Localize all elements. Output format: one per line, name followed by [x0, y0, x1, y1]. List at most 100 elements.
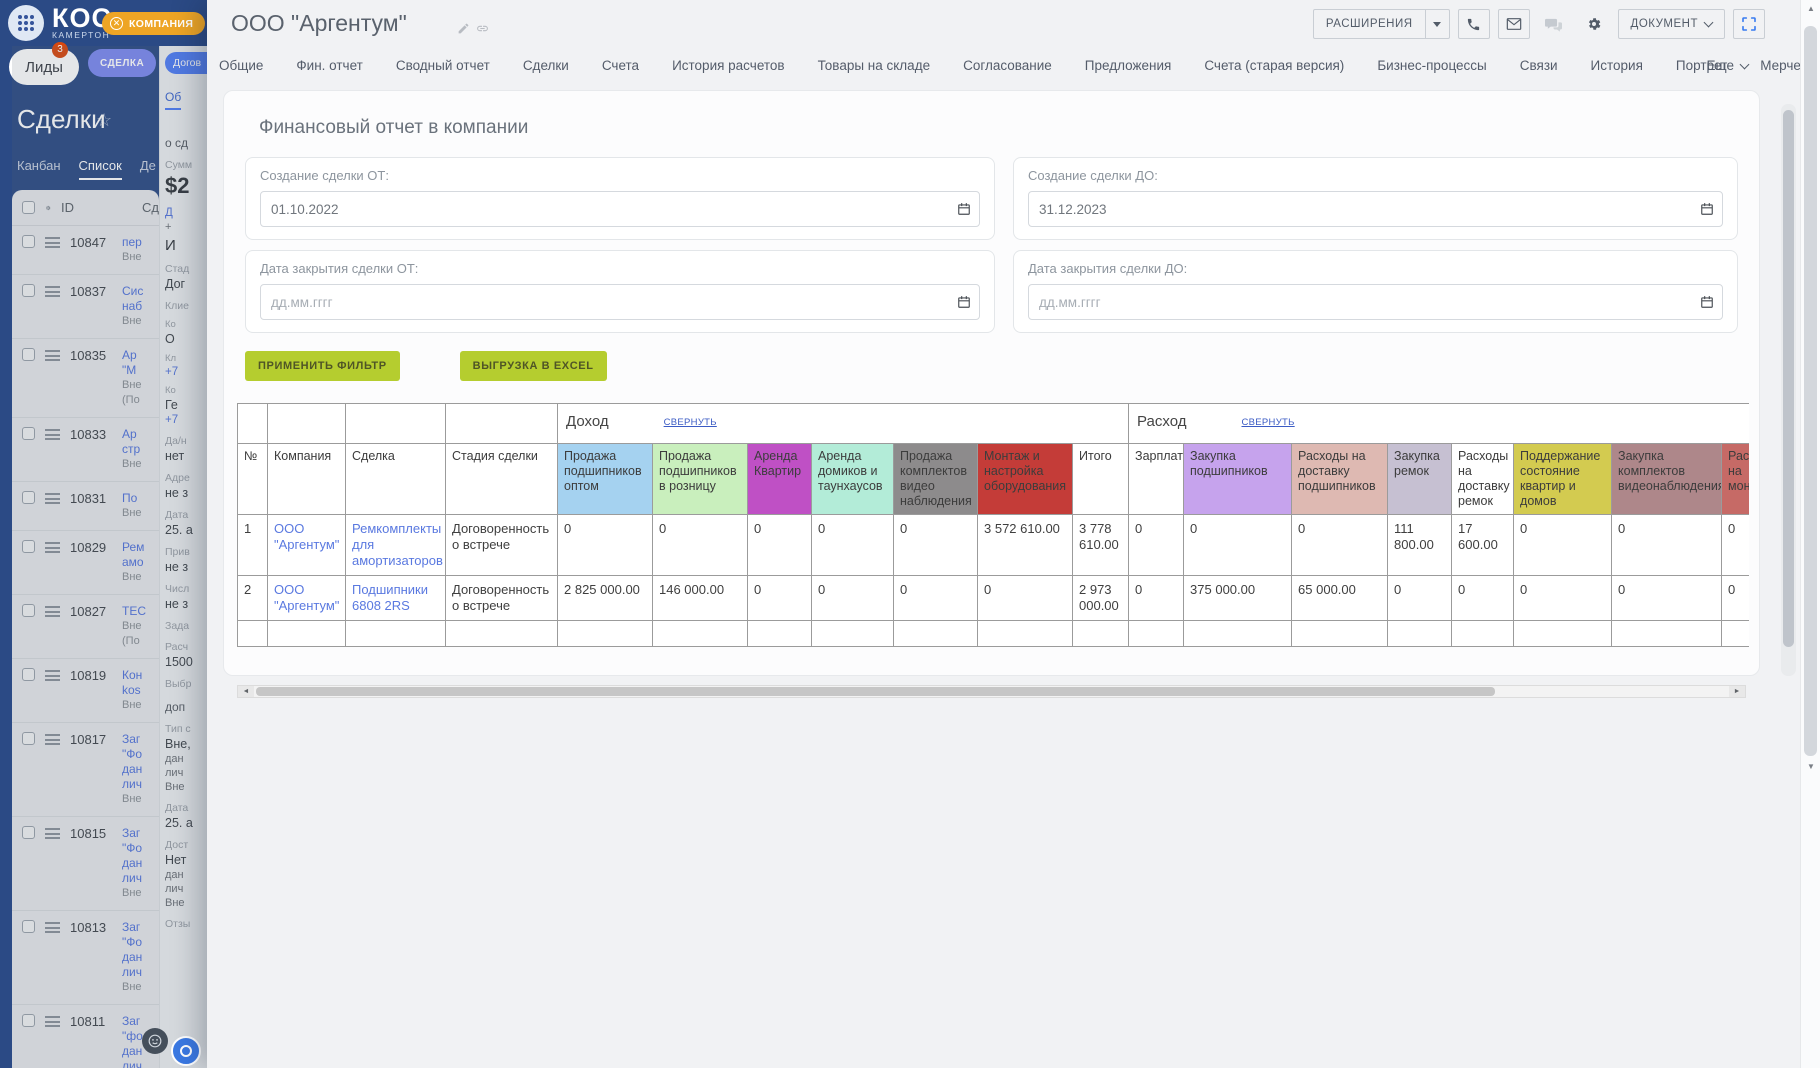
column-header: Закупка подшипников: [1183, 443, 1293, 515]
scroll-left-arrow-icon[interactable]: ◄: [238, 686, 254, 697]
chat-button[interactable]: [1538, 9, 1570, 39]
company-link[interactable]: ООО "Аргентум": [274, 521, 339, 552]
date-input-2[interactable]: дд.мм.гггг: [260, 284, 980, 320]
deal-link[interactable]: Подшипники 6808 2RS: [352, 582, 428, 613]
tab-история[interactable]: История: [1591, 58, 1643, 73]
expand-button[interactable]: [1733, 9, 1765, 39]
panel-scrollbar[interactable]: [1781, 104, 1796, 676]
value-cell: 0: [1721, 514, 1749, 576]
column-header: Продажа подшипников оптом: [557, 443, 653, 515]
copy-link-icon[interactable]: [476, 22, 489, 35]
filter-label: Дата закрытия сделки ДО:: [1028, 261, 1188, 276]
tab-more[interactable]: Еще: [1707, 58, 1750, 73]
tab-история-расчетов[interactable]: История расчетов: [672, 58, 785, 73]
calendar-icon[interactable]: [1700, 295, 1714, 309]
deal-link[interactable]: Ремкомплекты для амортизаторов: [352, 521, 443, 568]
date-input-3[interactable]: дд.мм.гггг: [1028, 284, 1723, 320]
filter-card: Создание сделки ДО: 31.12.2023: [1013, 157, 1738, 240]
tab-фин-отчет[interactable]: Фин. отчет: [296, 58, 362, 73]
value-cell: 0: [1128, 514, 1185, 576]
value-cell: 0: [1183, 514, 1293, 576]
extensions-dropdown-arrow[interactable]: [1424, 10, 1449, 38]
tab-товары-на-складе[interactable]: Товары на складе: [818, 58, 930, 73]
column-header: Зарплата: [1128, 443, 1185, 515]
filter-card: Дата закрытия сделки ДО: дд.мм.гггг: [1013, 250, 1738, 333]
empty-cell: [267, 620, 346, 647]
tab-предложения[interactable]: Предложения: [1085, 58, 1172, 73]
horizontal-scroll-thumb[interactable]: [256, 687, 1495, 696]
logo-subtext: КАМЕРТОН: [52, 30, 111, 40]
company-filter-chip[interactable]: ✕ КОМПАНИЯ: [102, 12, 206, 35]
window-scroll-thumb[interactable]: [1804, 26, 1817, 756]
row-number: 1: [237, 514, 268, 576]
stage-cell: Договоренность о встрече: [445, 514, 558, 576]
date-input-0[interactable]: 01.10.2022: [260, 191, 980, 227]
group-empty-cell: [345, 403, 446, 444]
tab-счета[interactable]: Счета: [602, 58, 639, 73]
income-collapse-link[interactable]: СВЕРНУТЬ: [664, 413, 717, 428]
value-cell: 0: [1128, 575, 1185, 621]
filter-card: Создание сделки ОТ: 01.10.2022: [245, 157, 995, 240]
empty-cell: [445, 620, 558, 647]
chevron-down-icon: [1703, 17, 1714, 28]
support-widget-icon[interactable]: [142, 1028, 168, 1054]
value-cell: 0: [1387, 575, 1453, 621]
value-cell: 2 973 000.00: [1071, 575, 1130, 621]
table-row: 2 ООО "Аргентум" Подшипники 6808 2RS Догово…: [237, 575, 1749, 621]
empty-cell: [1611, 620, 1723, 647]
panel-tabs: Общие Фин. отчет Сводный отчет Сделки Счета И…: [207, 44, 1820, 85]
company-link[interactable]: ООО "Аргентум": [274, 582, 339, 613]
tab-общие[interactable]: Общие: [219, 58, 263, 73]
empty-cell: [1451, 620, 1515, 647]
window-scrollbar[interactable]: ▲ ▼: [1800, 0, 1820, 1068]
empty-cell: [811, 620, 894, 647]
column-header: №: [237, 443, 268, 515]
apply-filter-button[interactable]: ПРИМЕНИТЬ ФИЛЬТР: [245, 351, 400, 381]
value-cell: 0: [652, 514, 748, 576]
settings-button[interactable]: [1578, 9, 1610, 39]
email-button[interactable]: [1497, 9, 1530, 39]
tab-согласование[interactable]: Согласование: [963, 58, 1052, 73]
chat-widget-icon[interactable]: [171, 1036, 201, 1066]
document-button[interactable]: ДОКУМЕНТ: [1617, 9, 1725, 39]
scroll-down-arrow-icon[interactable]: ▼: [1801, 758, 1820, 776]
empty-cell: [557, 620, 653, 647]
empty-cell: [1183, 620, 1293, 647]
tab-счета-старая-версия-[interactable]: Счета (старая версия): [1204, 58, 1344, 73]
panel-scroll-thumb[interactable]: [1783, 110, 1794, 647]
column-header: Поддержание состояние квартир и домов: [1513, 443, 1613, 515]
value-cell: 2 825 000.00: [557, 575, 653, 621]
close-icon[interactable]: ✕: [110, 17, 123, 30]
value-cell: 3 778 610.00: [1071, 514, 1130, 576]
edit-pencil-icon[interactable]: [457, 22, 470, 35]
empty-cell: [1291, 620, 1389, 647]
tab-бизнес-процессы[interactable]: Бизнес-процессы: [1377, 58, 1486, 73]
report-table-container: Доход СВЕРНУТЬ Расход СВЕРНУТЬ № Компания Сдел…: [237, 403, 1749, 647]
panel-header: ООО "Аргентум" РАСШИРЕНИЯ ДОКУМЕНТ: [207, 0, 1800, 44]
tab-сделки[interactable]: Сделки: [523, 58, 569, 73]
deal-cell: Ремкомплекты для амортизаторов: [345, 514, 446, 576]
report-title: Финансовый отчет в компании: [259, 117, 529, 138]
deal-cell: Подшипники 6808 2RS: [345, 575, 446, 621]
tab-сводный-отчет[interactable]: Сводный отчет: [396, 58, 490, 73]
group-empty-cell: [445, 403, 558, 444]
horizontal-scrollbar[interactable]: ◄ ►: [237, 685, 1746, 698]
scroll-up-arrow-icon[interactable]: ▲: [1801, 0, 1820, 18]
column-header: Закупка ремок: [1387, 443, 1453, 515]
scroll-right-arrow-icon[interactable]: ►: [1729, 686, 1745, 697]
calendar-icon[interactable]: [957, 295, 971, 309]
value-cell: 0: [811, 575, 894, 621]
phone-button[interactable]: [1457, 9, 1490, 39]
expense-group-header: Расход СВЕРНУТЬ: [1128, 403, 1749, 444]
tab-связи[interactable]: Связи: [1520, 58, 1558, 73]
column-header: Расходы на монтаж: [1721, 443, 1749, 515]
extensions-button[interactable]: РАСШИРЕНИЯ: [1312, 9, 1450, 39]
calendar-icon[interactable]: [1700, 202, 1714, 216]
export-excel-button[interactable]: ВЫГРУЗКА В EXCEL: [459, 351, 607, 381]
calendar-icon[interactable]: [957, 202, 971, 216]
filter-label: Создание сделки ОТ:: [260, 168, 389, 183]
stage-cell: Договоренность о встрече: [445, 575, 558, 621]
date-input-1[interactable]: 31.12.2023: [1028, 191, 1723, 227]
value-cell: 146 000.00: [652, 575, 748, 621]
expense-collapse-link[interactable]: СВЕРНУТЬ: [1241, 413, 1294, 428]
